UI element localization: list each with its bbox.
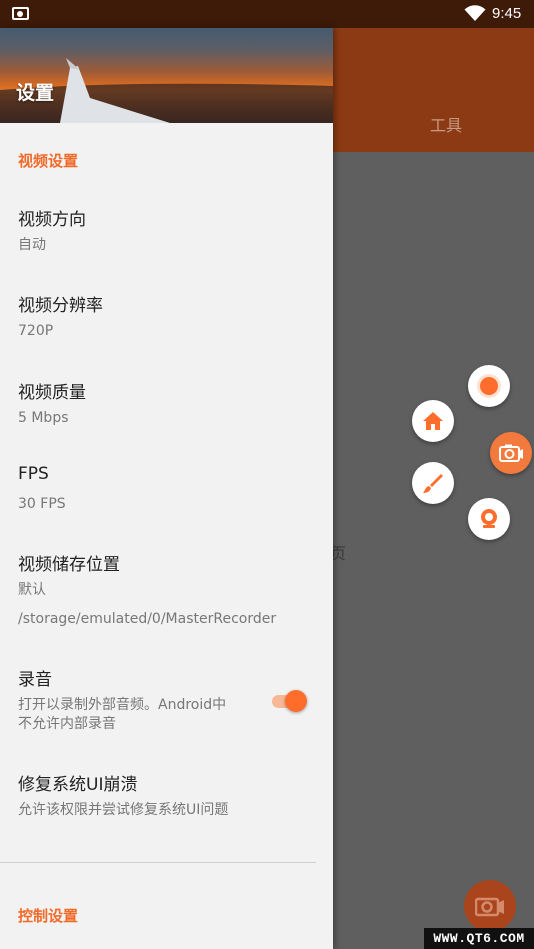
drawer-header: 设置	[0, 28, 333, 123]
pref-audio-desc-line1: 打开以录制外部音频。Android中	[18, 697, 227, 713]
home-icon	[423, 412, 443, 430]
camera-notification-icon	[12, 7, 29, 20]
watermark: WWW.QT6.COM	[424, 928, 534, 949]
home-bubble-button[interactable]	[412, 400, 454, 442]
camera-bubble-button[interactable]	[490, 432, 532, 474]
pref-orientation-value: 自动	[18, 237, 46, 253]
wifi-icon	[464, 5, 486, 21]
pref-fps-value: 30 FPS	[18, 496, 66, 512]
drawer-title: 设置	[16, 82, 55, 104]
pref-storage-value: 默认	[18, 582, 46, 598]
section-control-settings: 控制设置	[18, 907, 79, 925]
camera-icon	[499, 444, 523, 462]
tab-tools[interactable]: 工具	[430, 112, 462, 136]
record-icon	[480, 377, 498, 395]
status-bar: 9:45	[0, 0, 534, 28]
sunset-wing-image	[0, 58, 333, 123]
pref-storage-title: 视频储存位置	[18, 555, 120, 575]
pref-quality-value: 5 Mbps	[18, 410, 69, 426]
record-bubble-button[interactable]	[468, 365, 510, 407]
pref-audio-title: 录音	[18, 670, 52, 690]
section-video-settings: 视频设置	[18, 152, 79, 170]
brush-icon	[423, 474, 443, 493]
pref-fix-ui-title: 修复系统UI崩溃	[18, 775, 138, 795]
status-time: 9:45	[492, 5, 522, 22]
audio-toggle-thumb	[285, 690, 307, 712]
divider	[0, 862, 316, 863]
pref-orientation-title: 视频方向	[18, 210, 86, 230]
webcam-bubble-button[interactable]	[468, 498, 510, 540]
pref-quality-title: 视频质量	[18, 383, 86, 403]
audio-toggle[interactable]	[270, 689, 308, 713]
webcam-icon	[481, 509, 497, 528]
record-fab[interactable]	[464, 880, 516, 932]
pref-resolution-title: 视频分辨率	[18, 296, 103, 316]
pref-audio-desc-line2: 不允许内部录音	[18, 716, 116, 732]
settings-drawer: 设置 视频设置 视频方向 自动 视频分辨率 720P 视频质量 5 Mbps F…	[0, 28, 333, 949]
brush-bubble-button[interactable]	[412, 462, 454, 504]
pref-fix-ui-desc: 允许该权限并尝试修复系统UI问题	[18, 802, 229, 818]
pref-resolution-value: 720P	[18, 323, 54, 339]
pref-storage-path: /storage/emulated/0/MasterRecorder	[18, 611, 277, 627]
pref-fps-title: FPS	[18, 464, 49, 484]
camera-icon	[475, 897, 504, 917]
